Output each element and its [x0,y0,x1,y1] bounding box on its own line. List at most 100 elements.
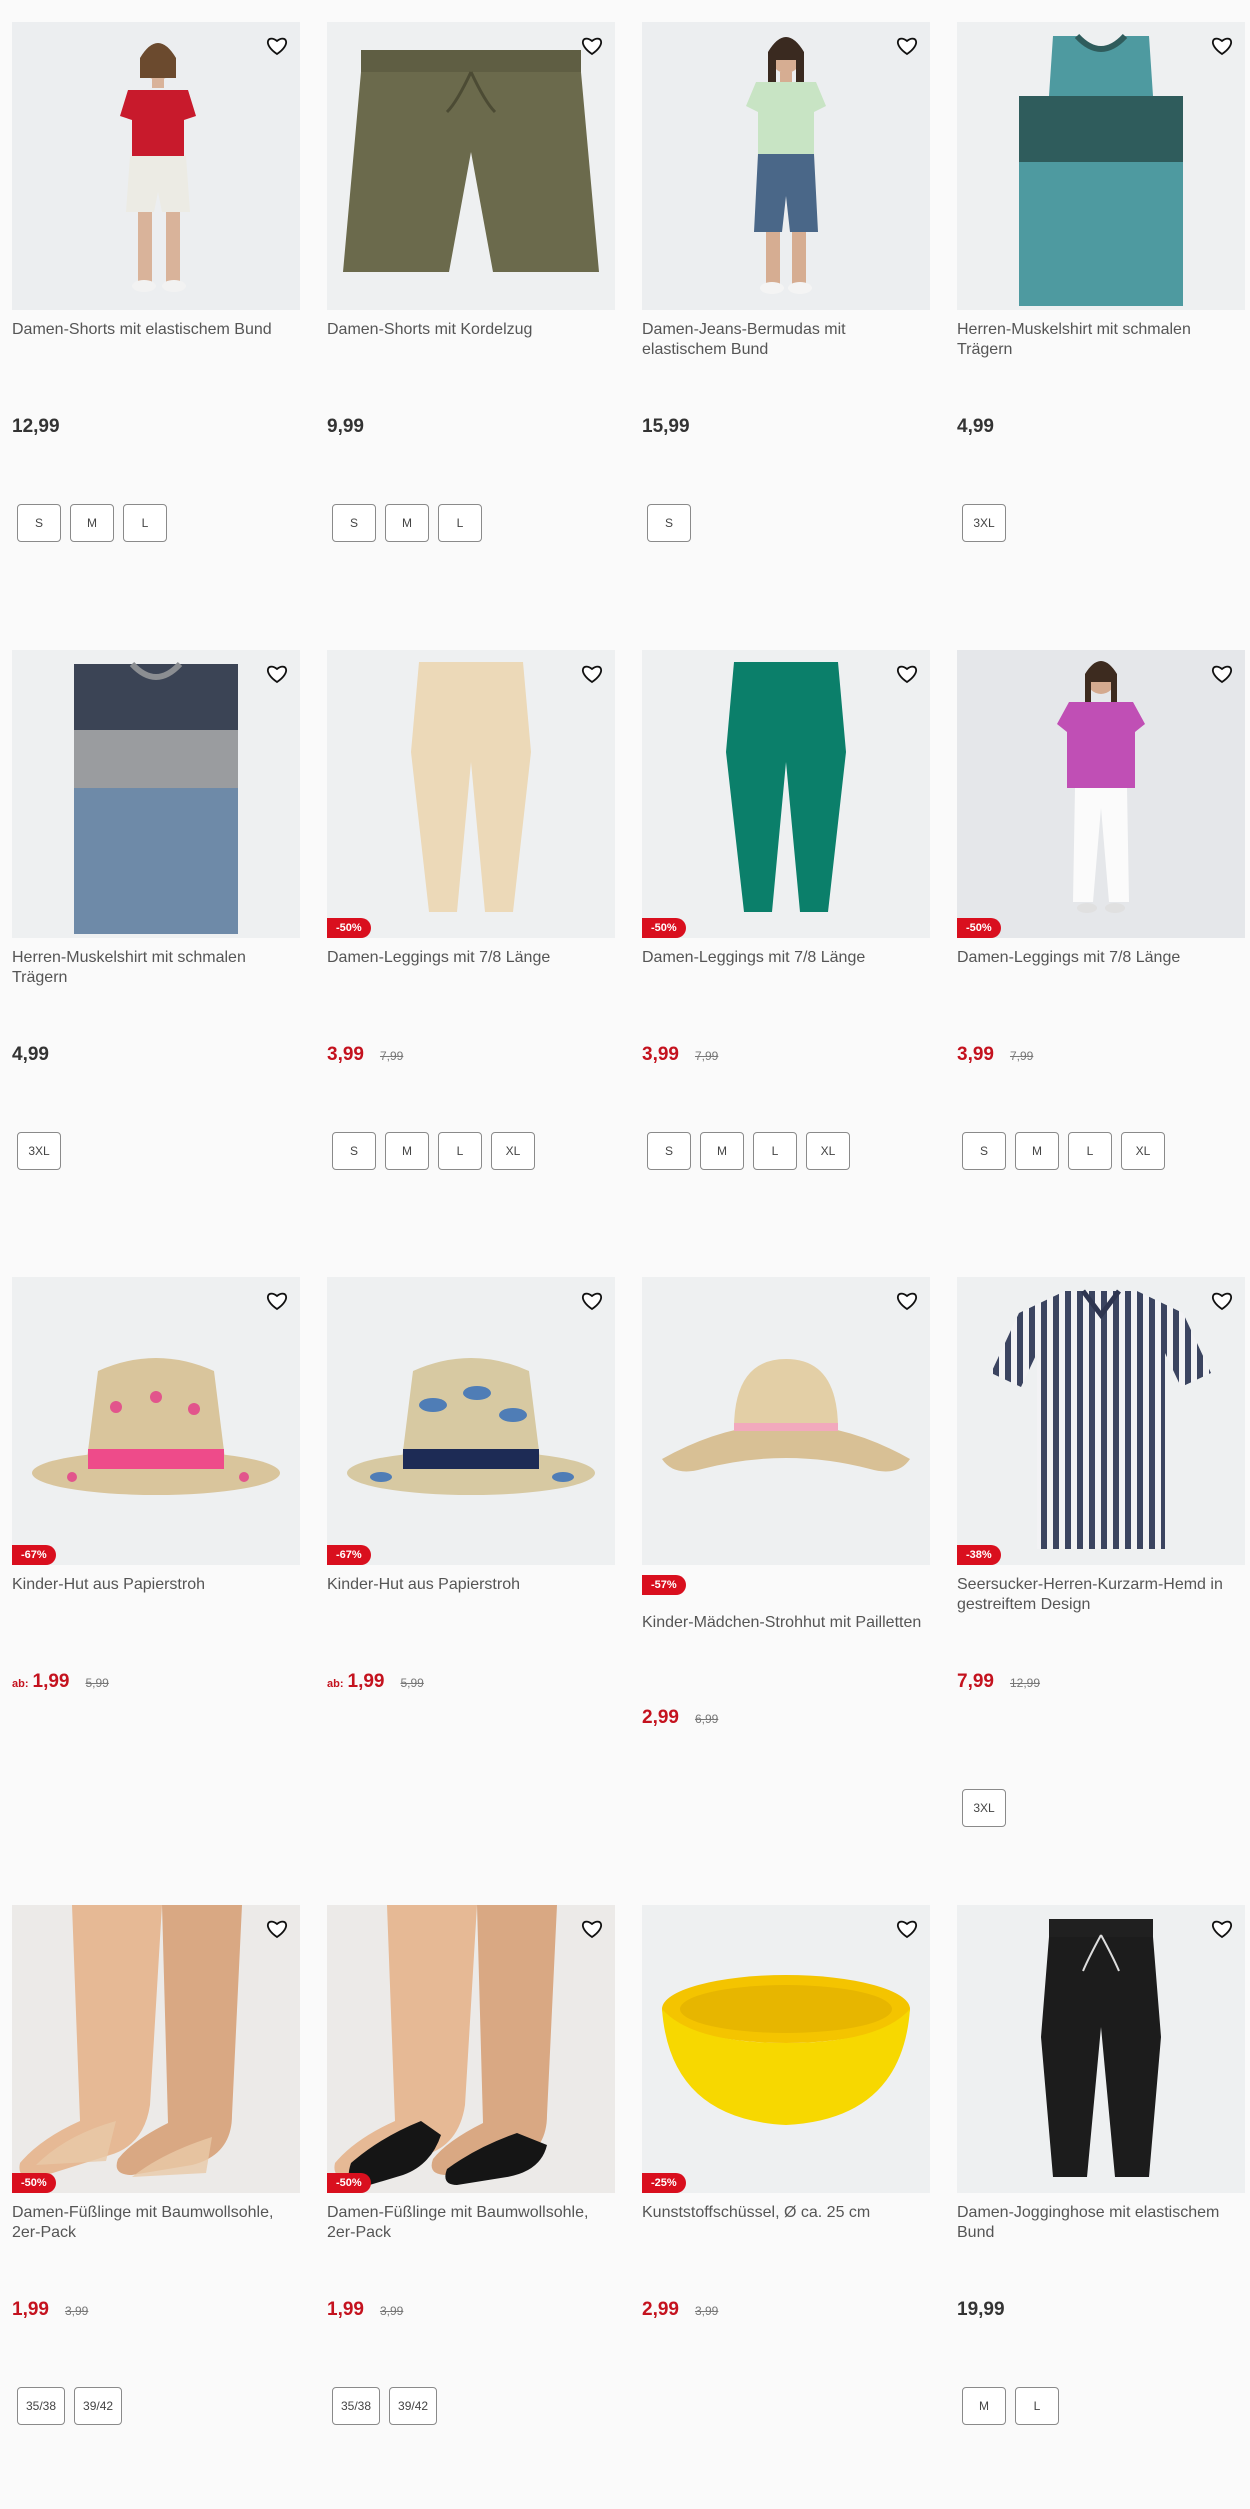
heart-icon[interactable] [894,1288,920,1314]
heart-icon[interactable] [579,1916,605,1942]
price-row: 3,99 7,99 [642,1044,718,1066]
product-card[interactable]: -50% Damen-Füßlinge mit Baumwollsohle, 2e… [327,1905,615,2465]
heart-icon[interactable] [894,1916,920,1942]
product-image[interactable] [327,22,615,310]
product-card[interactable]: Damen-Jogginghose mit elastischem Bund 19… [957,1905,1245,2465]
product-card[interactable]: -38% Seersucker-Herren-Kurzarm-Hemd in ge… [957,1277,1245,1837]
product-card[interactable]: Herren-Muskelshirt mit schmalen Trägern 4… [957,22,1245,582]
product-card[interactable]: -25% Kunststoffschüssel, Ø ca. 25 cm 2,99 3… [642,1905,930,2465]
product-title[interactable]: Damen-Shorts mit Kordelzug [327,320,615,340]
heart-icon[interactable] [264,33,290,59]
size-button[interactable]: 35/38 [332,2387,381,2425]
product-title[interactable]: Damen-Leggings mit 7/8 Länge [642,948,930,968]
size-button[interactable]: M [70,504,114,542]
size-button[interactable]: XL [1121,1132,1165,1170]
product-title[interactable]: Damen-Jogginghose mit elastischem Bund [957,2203,1245,2243]
product-title[interactable]: Damen-Shorts mit elastischem Bund [12,320,300,340]
product-image[interactable]: -38% [957,1277,1245,1565]
product-title[interactable]: Kunststoffschüssel, Ø ca. 25 cm [642,2203,930,2223]
size-button[interactable]: M [385,504,429,542]
product-image[interactable]: -50% [327,1905,615,2193]
heart-icon[interactable] [579,1288,605,1314]
product-card[interactable]: Damen-Shorts mit Kordelzug 9,99 S M L [327,22,615,582]
product-title[interactable]: Herren-Muskelshirt mit schmalen Trägern [12,948,300,988]
product-title[interactable]: Damen-Füßlinge mit Baumwollsohle, 2er-Pa… [327,2203,615,2243]
product-card[interactable]: -67% Kinder-Hut aus Papierstroh ab: 1,99 5,9… [327,1277,615,1837]
size-button[interactable]: 3XL [962,504,1006,542]
product-title[interactable]: Kinder-Hut aus Papierstroh [327,1575,615,1595]
product-card[interactable]: -50% Damen-Leggings mit 7/8 Länge 3,99 7,99… [957,650,1245,1210]
product-card[interactable]: -57% Kinder-Mädchen-Strohhut mit Paillett… [642,1277,930,1837]
old-price: 7,99 [1009,1049,1034,1063]
size-button[interactable]: L [123,504,167,542]
product-image[interactable]: -25% [642,1905,930,2193]
heart-icon[interactable] [1209,1916,1235,1942]
size-button[interactable]: L [1015,2387,1059,2425]
size-button[interactable]: 3XL [17,1132,61,1170]
product-image[interactable] [642,22,930,310]
size-button[interactable]: XL [806,1132,850,1170]
product-card[interactable]: -50% Damen-Leggings mit 7/8 Länge 3,99 7,99… [327,650,615,1210]
product-card[interactable]: -50% Damen-Leggings mit 7/8 Länge 3,99 7,99… [642,650,930,1210]
product-card[interactable]: -50% Damen-Füßlinge mit Baumwollsohle, 2e… [12,1905,300,2465]
product-title[interactable]: Kinder-Mädchen-Strohhut mit Pailletten [642,1613,930,1633]
product-image[interactable] [957,22,1245,310]
heart-icon[interactable] [894,661,920,687]
product-card[interactable]: Herren-Muskelshirt mit schmalen Trägern 4… [12,650,300,1210]
size-button[interactable]: XL [491,1132,535,1170]
size-button[interactable]: S [17,504,61,542]
product-card[interactable]: -67% Kinder-Hut aus Papierstroh ab: 1,99 5,9… [12,1277,300,1837]
size-button[interactable]: 39/42 [74,2387,123,2425]
teal-tank-top-image [957,22,1245,310]
size-button[interactable]: L [1068,1132,1112,1170]
size-button[interactable]: S [647,1132,691,1170]
discount-badge: -67% [327,1545,371,1565]
size-button[interactable]: M [700,1132,744,1170]
product-image[interactable] [957,1905,1245,2193]
size-button[interactable]: S [962,1132,1006,1170]
heart-icon[interactable] [894,33,920,59]
product-title[interactable]: Damen-Jeans-Bermudas mit elastischem Bun… [642,320,930,360]
product-title[interactable]: Kinder-Hut aus Papierstroh [12,1575,300,1595]
product-title[interactable]: Damen-Leggings mit 7/8 Länge [957,948,1245,968]
size-button[interactable]: M [962,2387,1006,2425]
size-button[interactable]: L [753,1132,797,1170]
product-card[interactable]: Damen-Shorts mit elastischem Bund 12,99 S M… [12,22,300,582]
price-row: 12,99 [12,416,60,438]
product-title[interactable]: Herren-Muskelshirt mit schmalen Trägern [957,320,1245,360]
product-card[interactable]: Damen-Jeans-Bermudas mit elastischem Bun… [642,22,930,582]
product-image[interactable] [12,650,300,938]
size-button[interactable]: S [647,504,691,542]
size-button[interactable]: S [332,1132,376,1170]
size-button[interactable]: 39/42 [389,2387,438,2425]
heart-icon[interactable] [264,1916,290,1942]
product-image[interactable]: -50% [642,650,930,938]
product-image[interactable] [642,1277,930,1565]
heart-icon[interactable] [579,33,605,59]
heart-icon[interactable] [579,661,605,687]
price-row: 9,99 [327,416,364,438]
product-title[interactable]: Seersucker-Herren-Kurzarm-Hemd in gestre… [957,1575,1245,1615]
price: 3,99 [642,1044,679,1065]
size-button[interactable]: 3XL [962,1789,1006,1827]
size-button[interactable]: M [385,1132,429,1170]
product-title[interactable]: Damen-Leggings mit 7/8 Länge [327,948,615,968]
heart-icon[interactable] [1209,1288,1235,1314]
product-image[interactable] [12,22,300,310]
heart-icon[interactable] [1209,33,1235,59]
product-image[interactable]: -50% [12,1905,300,2193]
product-image[interactable]: -67% [327,1277,615,1565]
product-image[interactable]: -50% [327,650,615,938]
size-button[interactable]: S [332,504,376,542]
product-image[interactable]: -67% [12,1277,300,1565]
size-button[interactable]: L [438,504,482,542]
size-button[interactable]: L [438,1132,482,1170]
product-title[interactable]: Damen-Füßlinge mit Baumwollsohle, 2er-Pa… [12,2203,300,2243]
size-button[interactable]: M [1015,1132,1059,1170]
product-image[interactable]: -50% [957,650,1245,938]
size-button[interactable]: 35/38 [17,2387,66,2425]
heart-icon[interactable] [1209,661,1235,687]
heart-icon[interactable] [264,661,290,687]
heart-icon[interactable] [264,1288,290,1314]
discount-badge: -50% [957,918,1001,938]
